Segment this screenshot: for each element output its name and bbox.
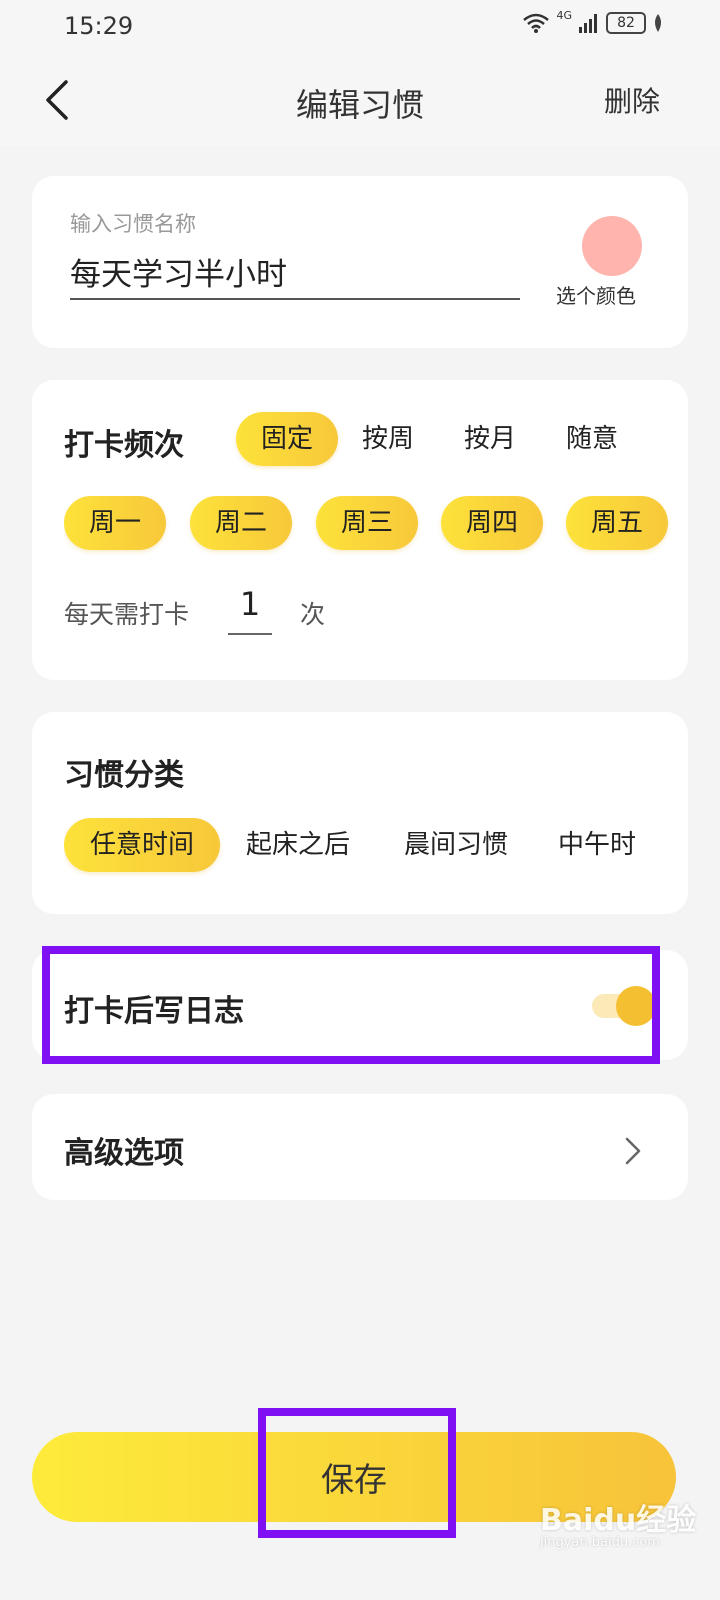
category-title: 习惯分类 bbox=[64, 758, 184, 793]
frequency-mode-fixed[interactable]: 固定 bbox=[236, 412, 338, 466]
wifi-icon bbox=[523, 13, 550, 33]
category-chip-morning[interactable]: 晨间习惯 bbox=[390, 818, 522, 872]
weekday-chip-row: 周一 周二 周三 周四 周五 bbox=[64, 496, 688, 556]
category-chip-after-waking[interactable]: 起床之后 bbox=[232, 818, 364, 872]
weekday-chip-friday[interactable]: 周五 bbox=[566, 496, 668, 550]
category-chip-row: 任意时间 起床之后 晨间习惯 中午时 bbox=[64, 818, 688, 878]
color-picker-label[interactable]: 选个颜色 bbox=[556, 280, 636, 309]
weekday-chip-tuesday[interactable]: 周二 bbox=[190, 496, 292, 550]
daily-times-unit: 次 bbox=[300, 600, 326, 629]
category-card: 习惯分类 任意时间 起床之后 晨间习惯 中午时 bbox=[32, 712, 688, 914]
battery-indicator: 82 bbox=[606, 12, 646, 34]
chevron-right-icon bbox=[625, 1137, 641, 1165]
watermark: Baidu经验 jingyan.baidu.com bbox=[540, 1495, 696, 1565]
journal-toggle[interactable] bbox=[590, 986, 656, 1026]
status-icons: 4G 82 bbox=[522, 8, 664, 34]
advanced-options-label: 高级选项 bbox=[64, 1136, 184, 1171]
toggle-knob bbox=[616, 986, 656, 1026]
frequency-mode-weekly[interactable]: 按周 bbox=[348, 412, 428, 466]
weekday-chip-monday[interactable]: 周一 bbox=[64, 496, 166, 550]
habit-name-input[interactable] bbox=[70, 250, 520, 300]
color-picker-swatch[interactable] bbox=[582, 216, 642, 276]
watermark-url: jingyan.baidu.com bbox=[540, 1535, 660, 1550]
weekday-chip-wednesday[interactable]: 周三 bbox=[316, 496, 418, 550]
watermark-logo: Baidu经验 bbox=[540, 1503, 697, 1538]
advanced-options-row[interactable]: 高级选项 bbox=[32, 1094, 688, 1200]
frequency-mode-random[interactable]: 随意 bbox=[552, 412, 632, 466]
status-bar: 15:29 4G 82 bbox=[0, 0, 720, 56]
habit-name-label: 输入习惯名称 bbox=[70, 212, 196, 236]
daily-times-label: 每天需打卡 bbox=[64, 600, 190, 629]
leaf-icon bbox=[655, 14, 661, 32]
weekday-chip-thursday[interactable]: 周四 bbox=[441, 496, 543, 550]
frequency-title: 打卡频次 bbox=[64, 428, 184, 463]
delete-button[interactable]: 删除 bbox=[604, 80, 660, 120]
nav-bar: 编辑习惯 删除 bbox=[0, 56, 720, 146]
journal-card: 打卡后写日志 bbox=[32, 950, 688, 1060]
status-time: 15:29 bbox=[64, 12, 134, 40]
frequency-mode-monthly[interactable]: 按月 bbox=[450, 412, 530, 466]
frequency-card: 打卡频次 固定 按周 按月 随意 周一 周二 周三 周四 周五 每天需打卡 1 … bbox=[32, 380, 688, 680]
journal-label: 打卡后写日志 bbox=[64, 994, 244, 1029]
category-chip-noon[interactable]: 中午时 bbox=[548, 818, 680, 872]
network-type: 4G bbox=[556, 8, 572, 22]
category-chip-anytime[interactable]: 任意时间 bbox=[64, 818, 220, 872]
daily-times-input[interactable]: 1 bbox=[228, 585, 272, 635]
habit-name-card: 输入习惯名称 选个颜色 bbox=[32, 176, 688, 348]
signal-icon bbox=[579, 14, 597, 33]
